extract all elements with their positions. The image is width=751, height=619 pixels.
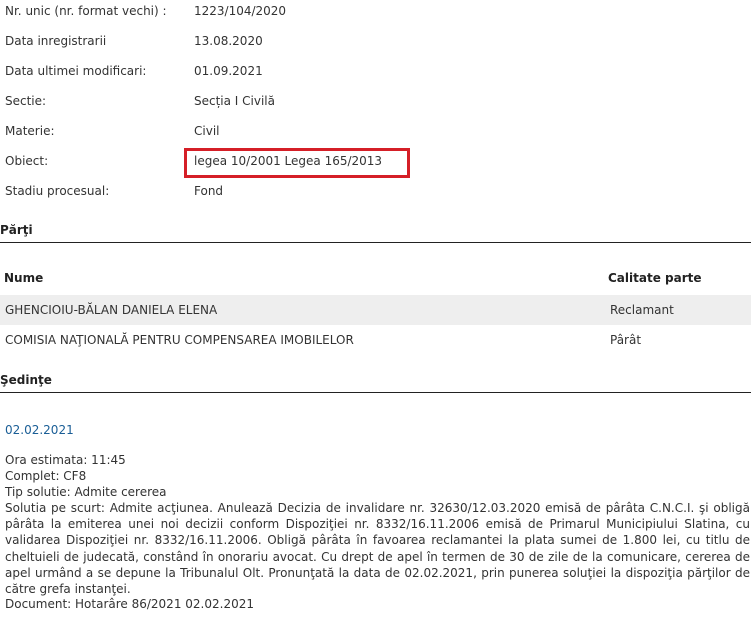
- info-label: Materie:: [5, 124, 55, 138]
- parti-divider: [0, 242, 751, 243]
- info-value: Fond: [194, 184, 224, 198]
- parti-header-nume: Nume: [4, 271, 44, 285]
- info-value: 01.09.2021: [194, 64, 263, 78]
- info-label: Sectie:: [5, 94, 47, 108]
- info-value: Civil: [194, 124, 220, 138]
- parti-section-title: Părţi: [0, 223, 33, 237]
- complet: Complet: CF8: [5, 469, 87, 483]
- info-value: 1223/104/2020: [194, 4, 287, 18]
- party-role: Reclamant: [610, 303, 674, 317]
- info-value: Secția I Civilă: [194, 94, 275, 108]
- info-label: Nr. unic (nr. format vechi) :: [5, 4, 167, 18]
- sedinta-date-link[interactable]: 02.02.2021: [5, 423, 74, 437]
- ora-estimata: Ora estimata: 11:45: [5, 453, 126, 467]
- info-label: Data ultimei modificari:: [5, 64, 147, 78]
- info-value: 13.08.2020: [194, 34, 263, 48]
- info-label: Obiect:: [5, 154, 49, 168]
- info-label: Stadiu procesual:: [5, 184, 110, 198]
- party-name: COMISIA NAŢIONALĂ PENTRU COMPENSAREA IMO…: [5, 333, 354, 347]
- parti-header-calitate: Calitate parte: [608, 271, 702, 285]
- solutie-summary: Solutia pe scurt: Admite acţiunea. Anule…: [5, 501, 750, 597]
- tip-solutie: Tip solutie: Admite cererea: [5, 485, 167, 499]
- table-row: GHENCIOIU-BĂLAN DANIELA ELENA Reclamant: [0, 295, 751, 325]
- table-row: COMISIA NAŢIONALĂ PENTRU COMPENSAREA IMO…: [0, 325, 751, 355]
- party-name: GHENCIOIU-BĂLAN DANIELA ELENA: [5, 303, 218, 317]
- sedinte-divider: [0, 392, 751, 393]
- info-label: Data inregistrarii: [5, 34, 107, 48]
- sedinte-section-title: Şedinţe: [0, 373, 52, 387]
- document-info: Document: Hotarâre 86/2021 02.02.2021: [5, 597, 254, 611]
- obiect-highlight-box: [184, 148, 410, 178]
- party-role: Pârât: [610, 333, 642, 347]
